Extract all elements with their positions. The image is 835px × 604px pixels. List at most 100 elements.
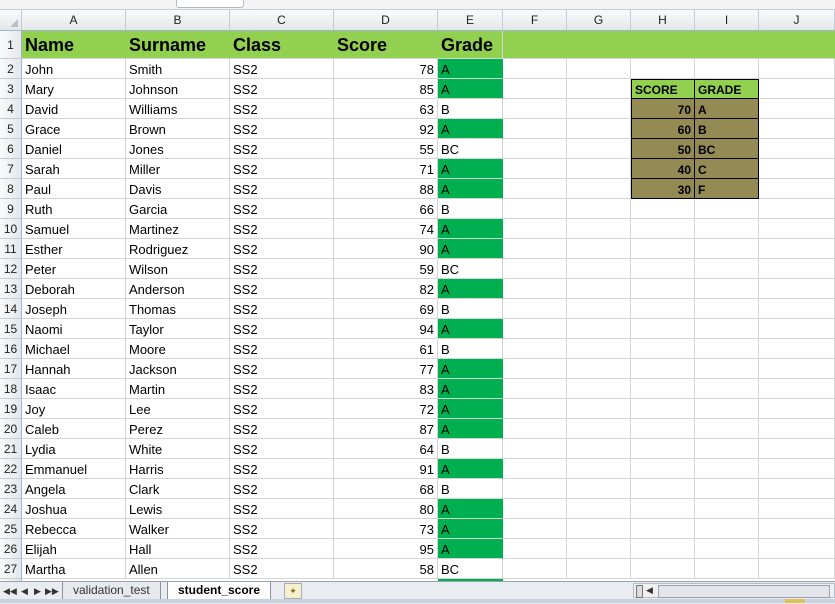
column-header-i[interactable]: I	[695, 10, 759, 30]
empty-cell[interactable]	[695, 31, 759, 59]
name-cell[interactable]: Paul	[22, 179, 126, 199]
name-cell[interactable]: Joy	[22, 399, 126, 419]
empty-cell[interactable]	[567, 339, 631, 359]
score-cell[interactable]: 69	[334, 299, 438, 319]
name-cell[interactable]: David	[22, 99, 126, 119]
row-header[interactable]: 1	[0, 31, 22, 59]
empty-cell[interactable]	[567, 119, 631, 139]
empty-cell[interactable]	[631, 219, 695, 239]
empty-cell[interactable]	[503, 239, 567, 259]
empty-cell[interactable]	[503, 399, 567, 419]
empty-cell[interactable]	[567, 299, 631, 319]
empty-cell[interactable]	[631, 259, 695, 279]
row-header[interactable]: 22	[0, 459, 22, 479]
row-header[interactable]: 11	[0, 239, 22, 259]
class-cell[interactable]: SS2	[230, 139, 334, 159]
empty-cell[interactable]	[503, 59, 567, 79]
empty-cell[interactable]	[759, 99, 835, 119]
empty-cell[interactable]	[695, 359, 759, 379]
surname-cell[interactable]: Brown	[126, 119, 230, 139]
empty-cell[interactable]	[759, 559, 835, 579]
class-cell[interactable]: SS2	[230, 539, 334, 559]
grade-cell[interactable]: B	[438, 439, 503, 459]
select-all-corner[interactable]	[0, 10, 22, 30]
row-header[interactable]: 16	[0, 339, 22, 359]
score-cell[interactable]: 83	[334, 379, 438, 399]
surname-cell[interactable]: Davis	[126, 179, 230, 199]
score-cell[interactable]: 72	[334, 399, 438, 419]
empty-cell[interactable]	[759, 419, 835, 439]
name-cell[interactable]: Joseph	[22, 299, 126, 319]
empty-cell[interactable]	[759, 159, 835, 179]
grade-cell[interactable]: B	[438, 299, 503, 319]
class-cell[interactable]: SS2	[230, 379, 334, 399]
empty-cell[interactable]	[567, 399, 631, 419]
empty-cell[interactable]	[759, 519, 835, 539]
empty-cell[interactable]	[759, 59, 835, 79]
row-header[interactable]: 3	[0, 79, 22, 99]
name-cell[interactable]: Esther	[22, 239, 126, 259]
surname-cell[interactable]: White	[126, 439, 230, 459]
class-cell[interactable]: SS2	[230, 179, 334, 199]
surname-cell[interactable]: Jones	[126, 139, 230, 159]
next-sheet-icon[interactable]: ▶	[32, 586, 43, 597]
class-cell[interactable]: SS2	[230, 339, 334, 359]
empty-cell[interactable]	[759, 479, 835, 499]
class-cell[interactable]: SS2	[230, 559, 334, 579]
row-header[interactable]: 15	[0, 319, 22, 339]
empty-cell[interactable]	[695, 59, 759, 79]
lookup-score-cell[interactable]: 50	[631, 139, 695, 159]
empty-cell[interactable]	[695, 399, 759, 419]
name-cell[interactable]: Grace	[22, 119, 126, 139]
empty-cell[interactable]	[503, 139, 567, 159]
lookup-grade-cell[interactable]: F	[695, 179, 759, 199]
column-header-g[interactable]: G	[567, 10, 631, 30]
empty-cell[interactable]	[631, 359, 695, 379]
empty-cell[interactable]	[631, 339, 695, 359]
empty-cell[interactable]	[759, 239, 835, 259]
empty-cell[interactable]	[759, 199, 835, 219]
tab-validation-test[interactable]: validation_test	[62, 582, 161, 600]
empty-cell[interactable]	[567, 159, 631, 179]
empty-cell[interactable]	[759, 219, 835, 239]
row-header[interactable]: 19	[0, 399, 22, 419]
empty-cell[interactable]	[759, 179, 835, 199]
name-cell[interactable]: Martha	[22, 559, 126, 579]
class-cell[interactable]: SS2	[230, 239, 334, 259]
worksheet-grid[interactable]: 1 Name Surname Class Score Grade 2 John Smith SS2…	[0, 31, 835, 581]
score-cell[interactable]: 82	[334, 279, 438, 299]
empty-cell[interactable]	[567, 219, 631, 239]
name-cell[interactable]: Isaac	[22, 379, 126, 399]
surname-cell[interactable]: Taylor	[126, 319, 230, 339]
class-cell[interactable]: SS2	[230, 419, 334, 439]
empty-cell[interactable]	[695, 539, 759, 559]
tab-student-score[interactable]: student_score	[167, 582, 272, 600]
empty-cell[interactable]	[567, 31, 631, 59]
score-cell[interactable]: 74	[334, 219, 438, 239]
name-cell[interactable]: Angela	[22, 479, 126, 499]
row-header[interactable]: 25	[0, 519, 22, 539]
class-cell[interactable]: SS2	[230, 439, 334, 459]
score-cell[interactable]: 64	[334, 439, 438, 459]
surname-cell[interactable]: Allen	[126, 559, 230, 579]
empty-cell[interactable]	[695, 339, 759, 359]
row-header[interactable]: 9	[0, 199, 22, 219]
empty-cell[interactable]	[759, 31, 835, 59]
empty-cell[interactable]	[631, 239, 695, 259]
empty-cell[interactable]	[695, 299, 759, 319]
surname-cell[interactable]: Rodriguez	[126, 239, 230, 259]
score-cell[interactable]: 73	[334, 519, 438, 539]
empty-cell[interactable]	[631, 199, 695, 219]
surname-cell[interactable]: Garcia	[126, 199, 230, 219]
name-cell[interactable]: Mary	[22, 79, 126, 99]
class-cell[interactable]: SS2	[230, 459, 334, 479]
column-header-j[interactable]: J	[759, 10, 835, 30]
empty-cell[interactable]	[759, 319, 835, 339]
lookup-score-cell[interactable]: 70	[631, 99, 695, 119]
class-cell[interactable]: SS2	[230, 519, 334, 539]
score-cell[interactable]: 88	[334, 179, 438, 199]
empty-cell[interactable]	[759, 279, 835, 299]
surname-cell[interactable]: Johnson	[126, 79, 230, 99]
row-header[interactable]: 13	[0, 279, 22, 299]
empty-cell[interactable]	[759, 139, 835, 159]
